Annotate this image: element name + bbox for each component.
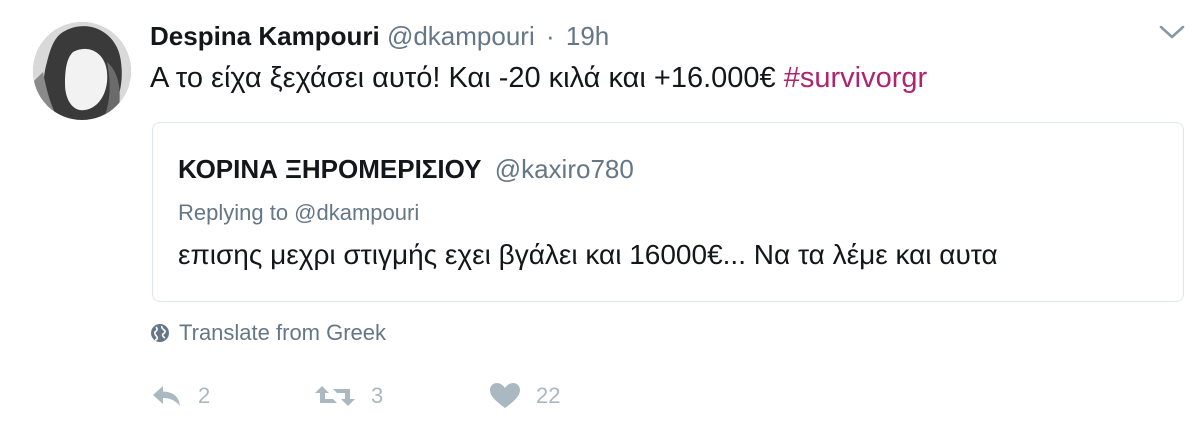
retweet-icon [315,386,355,406]
more-options-button[interactable] [1158,22,1186,42]
reply-button[interactable]: 2 [150,383,313,409]
quoted-author-handle: @kaxiro780 [494,154,634,184]
globe-icon [151,324,169,342]
avatar-photo [33,22,131,120]
tweet: Despina Kampouri @dkampouri · 19h Α το ε… [0,0,1200,431]
quoted-tweet-header: ΚΟΡΙΝΑ ΞΗΡΟΜΕΡΙΣΙΟΥ @kaxiro780 [178,153,634,185]
translate-label: Translate from Greek [179,320,387,345]
chevron-down-icon [1159,25,1185,39]
retweet-count: 3 [371,383,384,408]
tweet-text: Α το είχα ξεχάσει αυτό! Και -20 κιλά και… [150,60,927,96]
quoted-tweet[interactable]: ΚΟΡΙΝΑ ΞΗΡΟΜΕΡΙΣΙΟΥ @kaxiro780 Replying … [152,122,1184,302]
retweet-button[interactable]: 3 [313,383,488,409]
translate-link[interactable]: Translate from Greek [150,318,386,348]
reply-icon [153,386,180,406]
header-separator: · [545,21,555,51]
author-handle[interactable]: @dkampouri [387,21,535,51]
quoted-tweet-text: επισης μεχρι στιγμής εχει βγάλει και 160… [178,239,998,270]
author-name[interactable]: Despina Kampouri [150,21,380,51]
reply-count: 2 [198,383,211,408]
tweet-text-body: Α το είχα ξεχάσει αυτό! Και -20 κιλά και… [150,62,784,94]
quoted-author-name: ΚΟΡΙΝΑ ΞΗΡΟΜΕΡΙΣΙΟΥ [178,154,482,184]
quoted-replying-to: Replying to @dkampouri [178,200,420,225]
tweet-actions: 2 3 22 [150,378,560,414]
tweet-timestamp[interactable]: 19h [566,21,609,51]
heart-icon [490,383,520,408]
like-button[interactable]: 22 [488,382,560,410]
hashtag-link[interactable]: #survivorgr [784,62,927,94]
like-count: 22 [536,383,561,408]
tweet-header: Despina Kampouri @dkampouri · 19h [150,20,609,52]
avatar[interactable] [33,22,131,120]
